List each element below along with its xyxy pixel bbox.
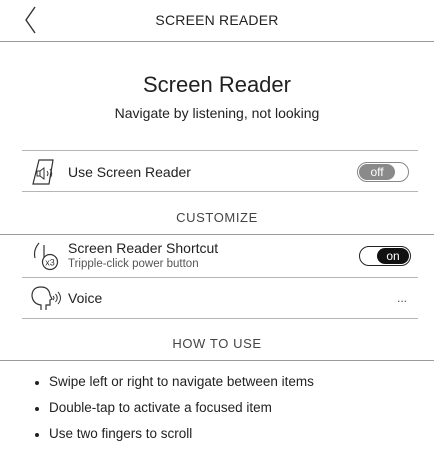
list-item: Use two fingers to scroll xyxy=(35,426,314,452)
toggle-state: off xyxy=(359,164,395,180)
page-subtitle: Navigate by listening, not looking xyxy=(114,105,320,121)
shortcut-label: Screen Reader Shortcut xyxy=(68,240,219,256)
list-item: Double-tap to activate a focused item xyxy=(35,400,314,426)
customize-section-header: CUSTOMIZE xyxy=(176,210,258,225)
screen-reader-shortcut-row[interactable]: x3 Screen Reader Shortcut Tripple-click … xyxy=(22,235,418,276)
shortcut-sublabel: Tripple-click power button xyxy=(68,258,199,270)
use-screen-reader-row[interactable]: Use Screen Reader off xyxy=(22,151,418,191)
voice-row[interactable]: Voice ... xyxy=(22,278,418,318)
page-title: Screen Reader xyxy=(143,72,291,97)
voice-label: Voice xyxy=(68,290,103,306)
use-screen-reader-toggle[interactable]: off xyxy=(357,162,409,182)
divider xyxy=(22,318,418,319)
how-to-use-list: Swipe left or right to navigate between … xyxy=(35,374,314,452)
divider xyxy=(0,360,434,361)
list-item: Swipe left or right to navigate between … xyxy=(35,374,314,400)
voice-more[interactable]: ... xyxy=(397,291,407,305)
shortcut-toggle[interactable]: on xyxy=(359,246,411,266)
toggle-state: on xyxy=(377,248,409,264)
triple-click-icon: x3 xyxy=(30,241,64,271)
divider xyxy=(22,191,418,192)
use-screen-reader-label: Use Screen Reader xyxy=(68,164,191,180)
speaking-head-icon xyxy=(28,284,64,312)
how-to-use-section-header: HOW TO USE xyxy=(172,336,262,351)
page-header-title: SCREEN READER xyxy=(155,12,279,28)
top-bar: SCREEN READER xyxy=(0,0,434,42)
speaker-icon xyxy=(31,159,61,185)
shortcut-badge: x3 xyxy=(45,258,55,268)
